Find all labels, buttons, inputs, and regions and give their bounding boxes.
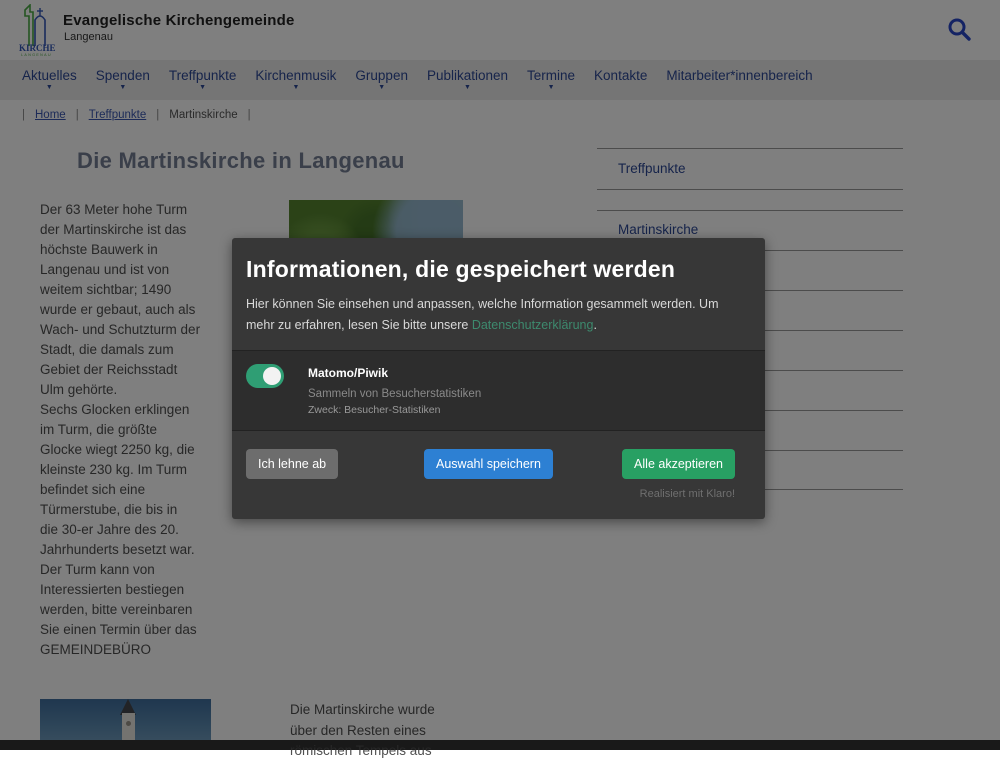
cookie-consent-modal: Informationen, die gespeichert werden Hi…	[232, 238, 765, 519]
toggle-knob	[263, 367, 281, 385]
matomo-toggle[interactable]	[246, 364, 284, 388]
consent-title: Informationen, die gespeichert werden	[246, 256, 743, 283]
decline-button[interactable]: Ich lehne ab	[246, 449, 338, 479]
powered-by-klaro: Realisiert mit Klaro!	[640, 488, 735, 500]
service-description: Sammeln von Besucherstatistiken	[308, 388, 751, 400]
service-name: Matomo/Piwik	[308, 364, 751, 380]
service-purpose: Zweck: Besucher-Statistiken	[308, 404, 751, 416]
privacy-policy-link[interactable]: Datenschutzerklärung	[472, 318, 594, 332]
save-selection-button[interactable]: Auswahl speichern	[424, 449, 553, 479]
consent-footer: Ich lehne ab Auswahl speichern Alle akze…	[232, 431, 765, 519]
consent-description: Hier können Sie einsehen und anpassen, w…	[246, 294, 743, 336]
consent-service-row: Matomo/Piwik Sammeln von Besucherstatist…	[232, 350, 765, 431]
accept-all-button[interactable]: Alle akzeptieren	[622, 449, 735, 479]
consent-header: Informationen, die gespeichert werden Hi…	[232, 238, 765, 350]
